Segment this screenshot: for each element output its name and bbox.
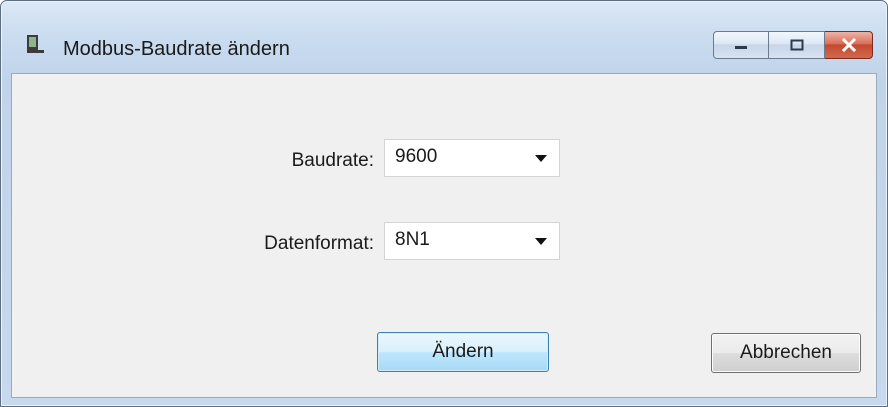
datenformat-label: Datenformat: bbox=[264, 233, 374, 254]
baudrate-dropdown[interactable]: 9600 bbox=[384, 139, 560, 177]
minimize-button[interactable] bbox=[713, 31, 769, 59]
baudrate-value: 9600 bbox=[395, 146, 438, 167]
datenformat-value: 8N1 bbox=[395, 229, 430, 250]
dialog-content: Baudrate: 9600 Datenformat: 8N1 Ändern A… bbox=[11, 73, 877, 398]
chevron-down-icon bbox=[535, 155, 547, 162]
serial-device-icon bbox=[27, 35, 44, 53]
chevron-down-icon bbox=[535, 238, 547, 245]
title-bar[interactable]: Modbus-Baudrate ändern bbox=[1, 1, 887, 60]
close-button[interactable] bbox=[825, 31, 873, 59]
cancel-button[interactable]: Abbrechen bbox=[711, 333, 861, 373]
close-icon bbox=[841, 38, 856, 52]
maximize-icon bbox=[790, 39, 803, 51]
datenformat-dropdown[interactable]: 8N1 bbox=[384, 222, 560, 260]
window-title: Modbus-Baudrate ändern bbox=[63, 38, 290, 60]
dialog-window: Modbus-Baudrate ändern Baudrate: 9600 Da… bbox=[0, 0, 888, 407]
caption-buttons bbox=[713, 31, 873, 61]
apply-button[interactable]: Ändern bbox=[377, 332, 549, 372]
maximize-button[interactable] bbox=[769, 31, 825, 59]
minimize-icon bbox=[735, 46, 747, 49]
baudrate-label: Baudrate: bbox=[291, 150, 374, 171]
